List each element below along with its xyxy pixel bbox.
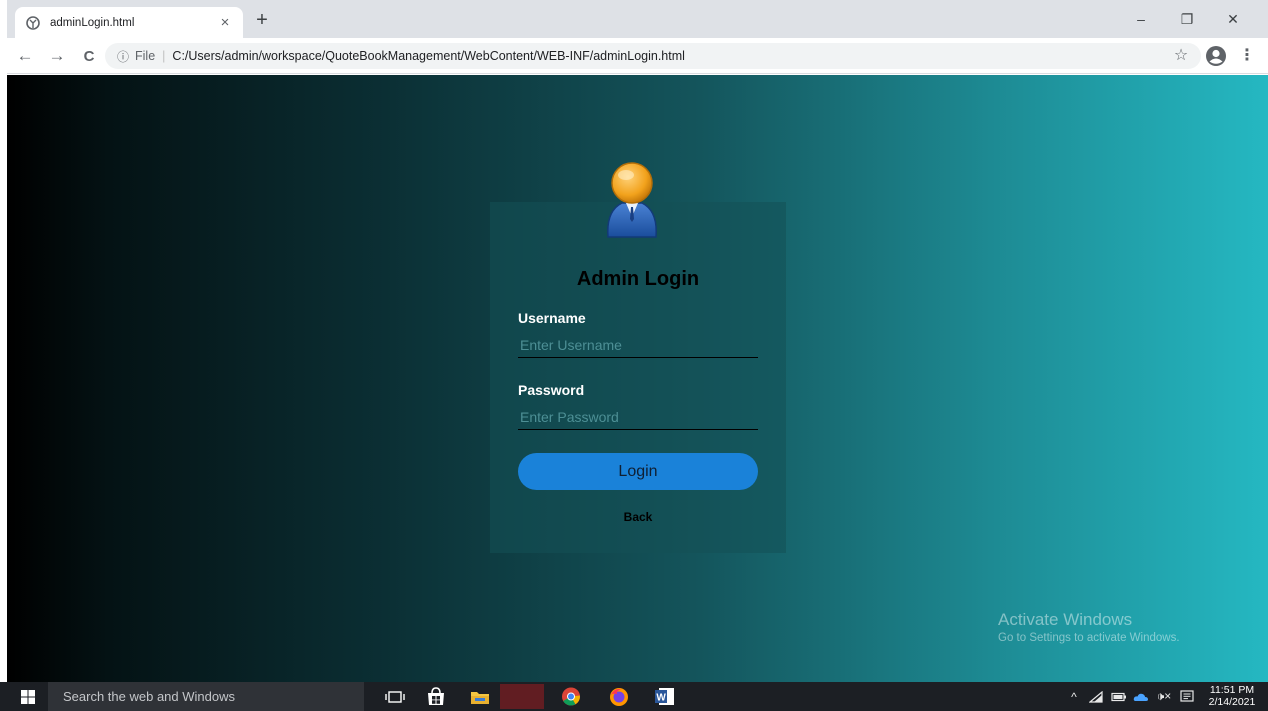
info-icon[interactable]: ⓘ <box>117 48 129 65</box>
tab-admin-login[interactable]: adminLogin.html × <box>15 7 243 38</box>
wifi-icon[interactable] <box>1087 682 1105 711</box>
windows-taskbar: Search the web and Windows W ^ 🕩× 11:51 … <box>0 682 1268 711</box>
firefox-icon[interactable] <box>608 686 630 707</box>
url-separator: | <box>162 49 166 63</box>
watermark-title: Activate Windows <box>998 610 1133 629</box>
new-tab-button[interactable]: + <box>250 9 274 33</box>
user-avatar-icon <box>600 159 664 241</box>
password-label: Password <box>518 382 585 398</box>
reload-icon[interactable]: C <box>77 44 101 68</box>
browser-toolbar: ← → C ⓘ File | C:/Users/admin/workspace/… <box>7 38 1268 74</box>
task-view-icon[interactable] <box>384 686 406 707</box>
notification-icon[interactable] <box>1178 682 1196 711</box>
menu-icon[interactable]: ⋮ <box>1239 45 1255 67</box>
url-scheme: File <box>135 49 156 63</box>
chrome-icon[interactable] <box>560 686 582 707</box>
username-input[interactable] <box>518 332 758 358</box>
taskbar-clock[interactable]: 11:51 PM 2/14/2021 <box>1202 684 1262 708</box>
battery-icon[interactable] <box>1110 682 1128 711</box>
profile-icon[interactable] <box>1204 44 1228 68</box>
window-frame <box>0 0 7 711</box>
username-label: Username <box>518 310 586 326</box>
word-icon[interactable]: W <box>654 686 676 707</box>
store-icon[interactable] <box>425 686 447 707</box>
back-arrow-icon[interactable]: ← <box>13 44 37 68</box>
globe-icon <box>25 15 41 31</box>
password-input[interactable] <box>518 404 758 430</box>
file-explorer-icon[interactable] <box>469 686 491 707</box>
onedrive-icon[interactable] <box>1132 682 1150 711</box>
back-link[interactable]: Back <box>490 510 786 524</box>
close-window-button[interactable]: ✕ <box>1210 0 1256 38</box>
windows-start-icon[interactable] <box>9 682 47 711</box>
maximize-button[interactable]: ❐ <box>1164 0 1210 38</box>
tab-strip: adminLogin.html × + – ❐ ✕ <box>7 0 1268 38</box>
tray-chevron-icon[interactable]: ^ <box>1066 682 1082 711</box>
url-text: C:/Users/admin/workspace/QuoteBookManage… <box>172 49 685 63</box>
activate-windows-watermark: Activate Windows Go to Settings to activ… <box>998 610 1180 644</box>
clock-time: 11:51 PM <box>1209 684 1255 696</box>
tab-title: adminLogin.html <box>50 16 135 29</box>
volume-icon[interactable]: 🕩× <box>1153 682 1175 711</box>
watermark-subtitle: Go to Settings to activate Windows. <box>998 632 1180 644</box>
svg-text:W: W <box>656 693 666 704</box>
forward-arrow-icon[interactable]: → <box>45 44 69 68</box>
login-card: Admin Login Username Password Login Back <box>490 202 786 553</box>
taskbar-search[interactable]: Search the web and Windows <box>48 682 364 711</box>
tab-close-icon[interactable]: × <box>217 14 233 31</box>
login-title: Admin Login <box>576 268 700 290</box>
minimize-button[interactable]: – <box>1118 0 1164 38</box>
bookmark-star-icon[interactable]: ☆ <box>1170 45 1192 67</box>
taskbar-app-icon[interactable] <box>500 684 544 709</box>
address-bar[interactable]: ⓘ File | C:/Users/admin/workspace/QuoteB… <box>105 43 1201 69</box>
clock-date: 2/14/2021 <box>1208 696 1256 708</box>
login-button[interactable]: Login <box>518 453 758 490</box>
